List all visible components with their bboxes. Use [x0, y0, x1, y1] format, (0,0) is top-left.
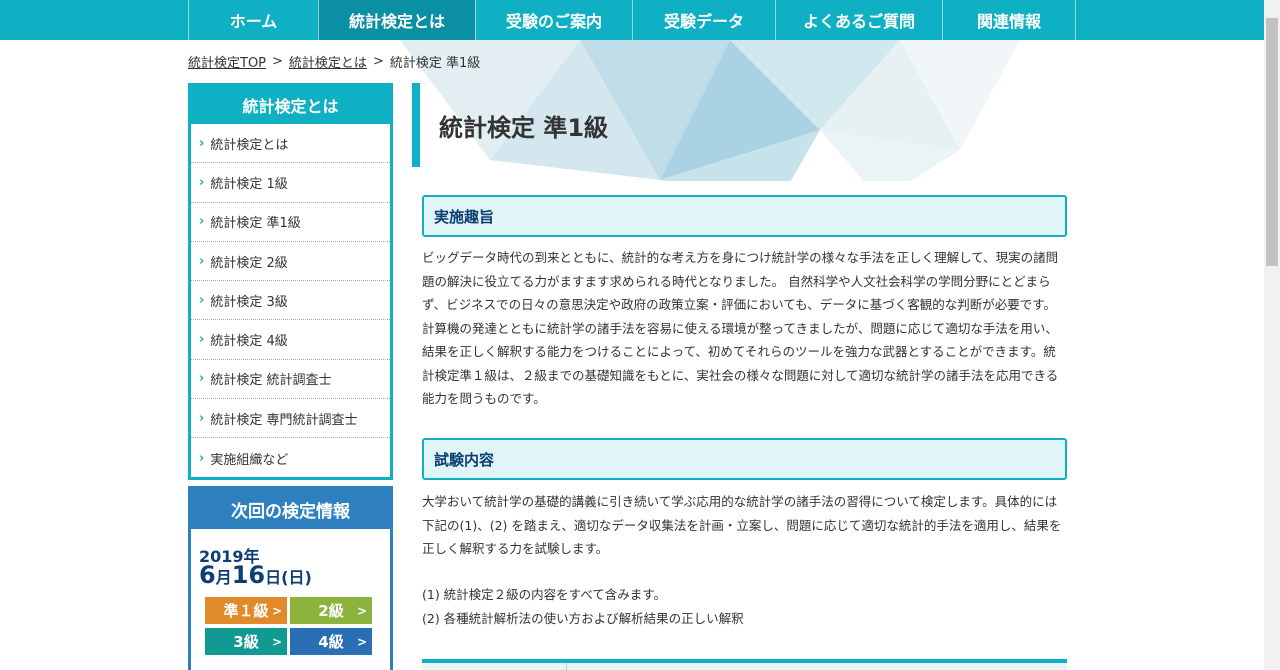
section-heading-purpose: 実施趣旨 — [422, 195, 1067, 237]
scrollbar-thumb[interactable] — [1266, 18, 1278, 266]
sidebar-item-grade1[interactable]: › 統計検定 1級 — [191, 163, 390, 203]
nav-item-exam-guide[interactable]: 受験のご案内 — [475, 0, 632, 40]
sidebar-item-grade-pre1[interactable]: › 統計検定 準1級 — [191, 203, 390, 242]
breadcrumb-separator: > — [372, 54, 384, 69]
nav-item-exam-data[interactable]: 受験データ — [632, 0, 775, 40]
breadcrumb-current: 統計検定 準1級 — [389, 56, 481, 71]
sidebar-item-senior-surveyor[interactable]: › 統計検定 専門統計調査士 — [191, 399, 390, 439]
sidebar-item-grade4[interactable]: › 統計検定 4級 — [191, 320, 390, 360]
chevron-right-icon: > — [356, 634, 367, 649]
next-exam-date: 6 月 16 日(日) — [199, 561, 312, 589]
nav-item-faq[interactable]: よくあるご質問 — [775, 0, 942, 40]
page-title: 統計検定 準1級 — [412, 83, 1032, 167]
next-exam-box: 次回の検定情報 2019年 6 月 16 日(日) 準１級 > 2級 > 3級 > 4… — [188, 486, 393, 670]
chevron-right-icon: › — [199, 450, 205, 466]
next-exam-month: 6 — [199, 561, 216, 589]
chevron-right-icon: > — [271, 634, 282, 649]
breadcrumb-link-top[interactable]: 統計検定TOP — [188, 52, 266, 71]
next-exam-month-unit: 月 — [215, 568, 232, 587]
chevron-right-icon: › — [199, 174, 205, 190]
nav-item-home[interactable]: ホーム — [188, 0, 318, 40]
chevron-right-icon: › — [199, 292, 205, 308]
grade-button-3[interactable]: 3級 > — [205, 628, 287, 655]
top-navigation: ホーム 統計検定とは 受験のご案内 受験データ よくあるご質問 関連情報 — [0, 0, 1264, 40]
next-exam-title: 次回の検定情報 — [191, 489, 390, 529]
nav-item-related[interactable]: 関連情報 — [942, 0, 1076, 40]
nav-item-about[interactable]: 統計検定とは — [318, 0, 475, 40]
chevron-right-icon: > — [271, 603, 282, 618]
chevron-right-icon: › — [199, 214, 205, 230]
chevron-right-icon: > — [356, 603, 367, 618]
grade-button-4[interactable]: 4級 > — [290, 628, 372, 655]
exam-info-table — [422, 659, 1067, 670]
chevron-right-icon: › — [199, 410, 205, 426]
grade-button-2[interactable]: 2級 > — [290, 597, 372, 624]
grade-buttons: 準１級 > 2級 > 3級 > 4級 > — [205, 597, 372, 655]
grade-button-pre1[interactable]: 準１級 > — [205, 597, 287, 624]
main-content: 実施趣旨 ビッグデータ時代の到来とともに、統計的な考え方を身につけ統計学の様々な… — [412, 181, 1077, 670]
breadcrumb-link-about[interactable]: 統計検定とは — [289, 52, 367, 71]
sidebar-item-organization[interactable]: › 実施組織など — [191, 438, 390, 477]
section-body-purpose: ビッグデータ時代の到来とともに、統計的な考え方を身につけ統計学の様々な手法を正し… — [422, 250, 1059, 406]
breadcrumb-separator: > — [272, 54, 283, 69]
section-body-content: 大学おいて統計学の基礎的講義に引き続いて学ぶ応用的な統計学の諸手法の習得について… — [422, 494, 1062, 556]
next-exam-day-unit: 日(日) — [265, 568, 312, 587]
sidebar-item-surveyor[interactable]: › 統計検定 統計調査士 — [191, 360, 390, 400]
chevron-right-icon: › — [199, 371, 205, 387]
content-list-item: (1) 統計検定２級の内容をすべて含みます。 — [422, 587, 667, 602]
sidebar-title: 統計検定とは — [191, 86, 390, 124]
sidebar-menu: 統計検定とは › 統計検定とは › 統計検定 1級 › 統計検定 準1級 › 統計検定 … — [188, 83, 393, 480]
table-divider — [566, 663, 567, 670]
chevron-right-icon: › — [199, 332, 205, 348]
sidebar-item-about[interactable]: › 統計検定とは — [191, 124, 390, 164]
next-exam-day: 16 — [231, 561, 266, 589]
sidebar-item-grade3[interactable]: › 統計検定 3級 — [191, 281, 390, 321]
content-list-item: (2) 各種統計解析法の使い方および解析結果の正しい解釈 — [422, 611, 744, 626]
breadcrumb: 統計検定TOP > 統計検定とは > 統計検定 準1級 — [188, 52, 480, 71]
page-scrollbar[interactable] — [1264, 0, 1280, 670]
chevron-right-icon: › — [199, 253, 205, 269]
sidebar-item-grade2[interactable]: › 統計検定 2級 — [191, 242, 390, 282]
section-heading-content: 試験内容 — [422, 438, 1067, 480]
chevron-right-icon: › — [199, 135, 205, 151]
